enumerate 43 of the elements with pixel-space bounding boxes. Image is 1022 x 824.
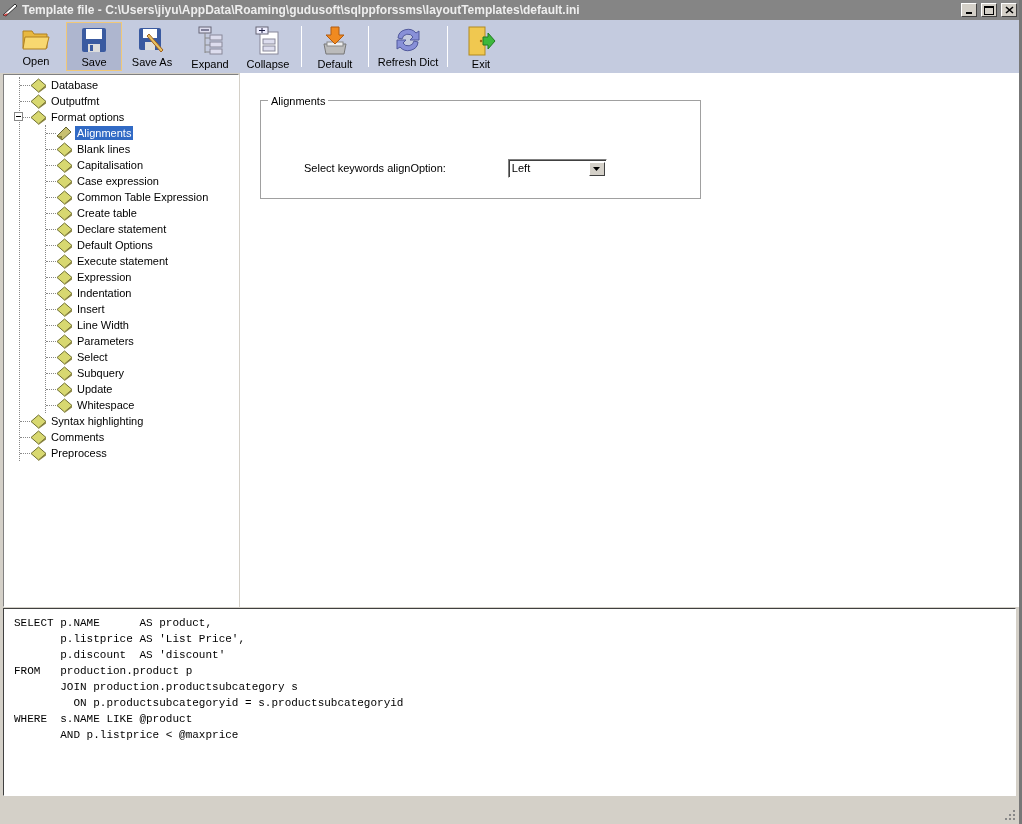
tree-item[interactable]: Format options <box>49 110 127 124</box>
tree-item[interactable]: Whitespace <box>75 398 137 412</box>
tree-item[interactable]: Preprocess <box>49 446 109 460</box>
tree-item[interactable]: Capitalisation <box>75 158 146 172</box>
tree-item[interactable]: Syntax highlighting <box>49 414 146 428</box>
toolbar-button[interactable]: Save <box>66 22 122 71</box>
tree-item[interactable]: Indentation <box>75 286 134 300</box>
code-line: p.listprice AS 'List Price', <box>59 632 247 647</box>
align-option-dropdown[interactable]: Left <box>507 159 607 178</box>
tree-item[interactable]: Blank lines <box>75 142 133 156</box>
code-line: AND p.listprice < @maxprice <box>59 728 240 743</box>
code-line: WHERE s.NAME LIKE @product <box>14 712 194 727</box>
tree-item[interactable]: Line Width <box>75 318 131 332</box>
toolbar-button[interactable]: Save As <box>124 22 180 71</box>
tree-item[interactable]: Create table <box>75 206 139 220</box>
tree-item[interactable]: Outputfmt <box>49 94 102 108</box>
tree-item[interactable]: Database <box>49 78 101 92</box>
tree-item[interactable]: Select <box>75 350 110 364</box>
code-line: JOIN production.productsubcategory s <box>59 680 299 695</box>
window-title: Template file - C:\Users\jiyu\AppData\Roaming\gudusoft\sqlppforssms\layoutTemplates\default.ini <box>22 2 581 19</box>
toolbar-button[interactable]: Open <box>8 22 64 71</box>
code-line: ON p.productsubcategoryid = s.productsubcategoryid <box>72 696 405 711</box>
code-line: p.discount AS 'discount' <box>59 648 227 663</box>
code-line: SELECT p.NAME AS product, <box>14 616 214 631</box>
tree-item[interactable]: Update <box>75 382 115 396</box>
tree-item[interactable]: Subquery <box>75 366 127 380</box>
tree-item[interactable]: Alignments <box>75 126 134 140</box>
toolbar-button[interactable]: Collapse <box>240 22 296 71</box>
tree-item[interactable]: Execute statement <box>75 254 171 268</box>
field-label: Select keywords alignOption: <box>304 161 446 177</box>
tree-item[interactable]: Comments <box>49 430 107 444</box>
tree-item[interactable]: Default Options <box>75 238 155 252</box>
tree-item[interactable]: Expression <box>75 270 134 284</box>
tree-item[interactable]: Parameters <box>75 334 136 348</box>
toolbar-button[interactable]: Refresh Dict <box>374 22 442 71</box>
toolbar-button[interactable]: Default <box>307 22 363 71</box>
tree-item[interactable]: Declare statement <box>75 222 169 236</box>
code-line: FROM production.product p <box>14 664 194 679</box>
toolbar-button[interactable]: Expand <box>182 22 238 71</box>
tree-item[interactable]: Common Table Expression <box>75 190 211 204</box>
toolbar-button[interactable]: Exit <box>453 22 509 71</box>
tree-item[interactable]: Insert <box>75 302 107 316</box>
tree-item[interactable]: Case expression <box>75 174 161 188</box>
